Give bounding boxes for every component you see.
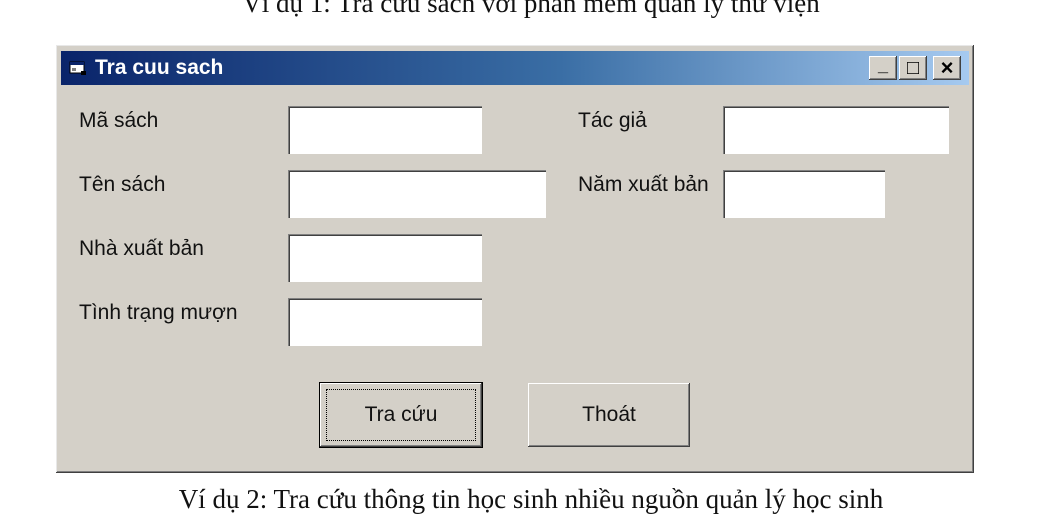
exit-button[interactable]: Thoát [528,383,690,447]
tac-gia-label: Tác giả [578,109,647,132]
tinh-trang-muon-input[interactable] [288,298,482,346]
nha-xuat-ban-label: Nhà xuất bản [79,237,204,260]
ma-sach-label: Mã sách [79,109,159,132]
search-button-label: Tra cứu [364,403,438,426]
maximize-button[interactable]: □ [899,56,927,80]
caption-top: Ví dụ 1: Tra cứu sách với phần mềm quản … [242,0,820,18]
ten-sach-input[interactable] [288,170,546,218]
maximize-icon: □ [906,57,920,79]
caption-bottom: Ví dụ 2: Tra cứu thông tin học sinh nhiề… [178,484,884,514]
app-window-icon [69,61,86,75]
nam-xuat-ban-input[interactable] [723,170,885,218]
search-books-window: Tra cuu sach _ □ × Mã sách Tên sách Nhà … [56,45,974,473]
nam-xuat-ban-label: Năm xuất bản [578,173,709,196]
minimize-button[interactable]: _ [869,56,897,80]
close-button[interactable]: × [933,56,961,80]
tinh-trang-muon-label: Tình trạng mượn [79,301,238,324]
minimize-icon: _ [877,55,888,75]
search-button[interactable]: Tra cứu [320,383,482,447]
nha-xuat-ban-input[interactable] [288,234,482,282]
ma-sach-input[interactable] [288,106,482,154]
tac-gia-input[interactable] [723,106,949,154]
window-title: Tra cuu sach [95,56,224,79]
exit-button-label: Thoát [582,403,636,426]
close-icon: × [940,55,954,80]
title-bar[interactable]: Tra cuu sach _ □ × [61,51,969,85]
ten-sach-label: Tên sách [79,173,166,196]
